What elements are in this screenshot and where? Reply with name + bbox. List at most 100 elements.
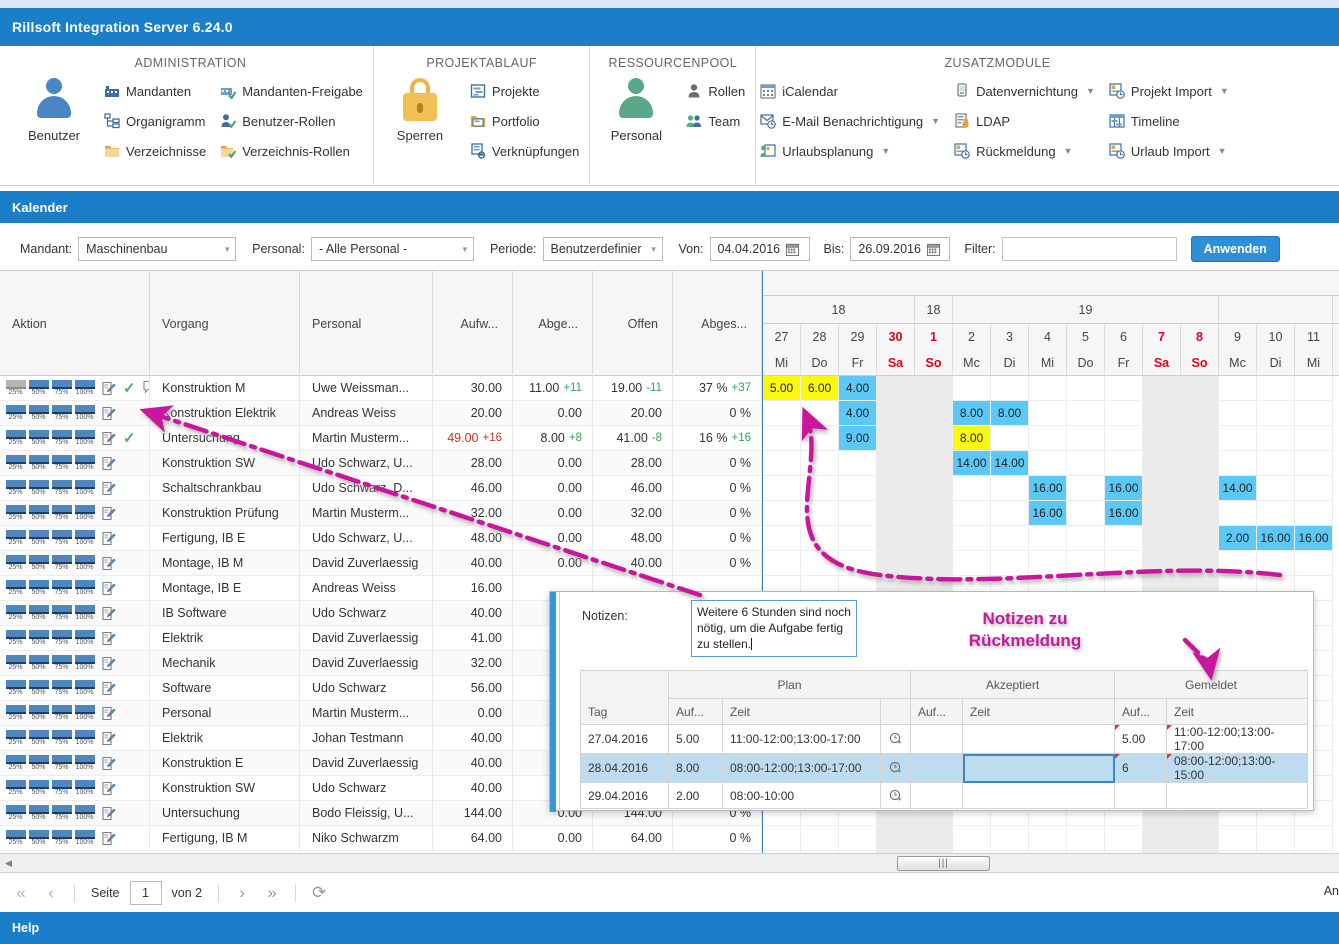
table-row[interactable]: 25% 50% 75% 100% ✓ Untersuchung Martin Musterm… [0,426,762,451]
scroll-left-arrow-icon[interactable]: ◀ [5,858,12,869]
edit-icon[interactable] [101,681,116,696]
calendar-value-cell[interactable]: 14.00 [953,451,991,476]
edit-icon[interactable] [101,656,116,671]
ribbon-item-icalendar[interactable]: iCalendar [756,76,950,106]
calendar-value-cell[interactable]: 16.00 [1029,476,1067,501]
column-header-abge[interactable]: Abge... [513,271,593,376]
feedback-gem-auf[interactable]: 6 [1114,753,1167,783]
chevron-down-icon[interactable]: ▼ [1220,86,1229,96]
progress-button-75[interactable]: 75% [51,779,72,797]
progress-button-75[interactable]: 75% [51,404,72,422]
edit-icon[interactable] [101,706,116,721]
progress-button-100[interactable]: 100% [74,679,95,697]
ribbon-big-sperren[interactable]: Sperren [374,76,466,143]
column-header-aufw[interactable]: Aufw... [433,271,513,376]
progress-button-100[interactable]: 100% [74,454,95,472]
ribbon-item-portfolio[interactable]: Portfolio [466,106,589,136]
chevron-down-icon[interactable]: ▼ [1086,86,1095,96]
table-row[interactable]: 25% 50% 75% 100% Konstruktion Prüfung Martin … [0,501,762,526]
progress-button-50[interactable]: 50% [28,679,49,697]
column-header-abges[interactable]: Abges... [673,271,762,376]
notizen-textarea[interactable]: Weitere 6 Stunden sind noch nötig, um di… [691,600,857,657]
progress-button-50[interactable]: 50% [28,529,49,547]
ribbon-item-verzeichnisse[interactable]: Verzeichnisse [100,136,216,166]
ribbon-item-urlaub-import[interactable]: Urlaub Import ▼ [1105,136,1239,166]
progress-button-75[interactable]: 75% [51,729,72,747]
chevron-down-icon[interactable]: ▼ [1218,146,1227,156]
progress-button-75[interactable]: 75% [51,754,72,772]
progress-button-100[interactable]: 100% [74,404,95,422]
progress-button-100[interactable]: 100% [74,479,95,497]
approve-check-icon[interactable]: ✓ [123,379,136,397]
calendar-value-cell[interactable]: 16.00 [1257,526,1295,551]
feedback-akz-zeit[interactable] [962,753,1115,783]
progress-button-25[interactable]: 25% [5,404,26,422]
table-row[interactable]: 25% 50% 75% 100% Konstruktion SW Udo Schwarz,… [0,451,762,476]
ribbon-item-e-mail-benachrichtigung[interactable]: E-Mail Benachrichtigung ▼ [756,106,950,136]
last-page-button[interactable]: » [259,880,285,906]
progress-button-25[interactable]: 25% [5,479,26,497]
calendar-value-cell[interactable]: 9.00 [839,426,877,451]
progress-button-75[interactable]: 75% [51,529,72,547]
calendar-value-cell[interactable]: 8.00 [953,426,991,451]
progress-button-75[interactable]: 75% [51,554,72,572]
progress-button-75[interactable]: 75% [51,829,72,847]
feedback-akz-auf[interactable] [910,782,963,809]
calendar-value-cell[interactable]: 14.00 [991,451,1029,476]
ribbon-big-benutzer[interactable]: Benutzer [8,76,100,143]
column-header-offen[interactable]: Offen [593,271,673,376]
mandant-select[interactable]: Maschinenbau ▼ [78,237,237,261]
edit-icon[interactable] [101,581,116,596]
edit-icon[interactable] [101,781,116,796]
edit-icon[interactable] [101,506,116,521]
progress-button-75[interactable]: 75% [51,429,72,447]
edit-icon[interactable] [101,831,116,846]
progress-button-25[interactable]: 25% [5,779,26,797]
feedback-akz-zeit[interactable] [962,724,1115,754]
ribbon-item-team[interactable]: Team [682,106,755,136]
progress-button-100[interactable]: 100% [74,829,95,847]
progress-button-25[interactable]: 25% [5,654,26,672]
progress-button-100[interactable]: 100% [74,629,95,647]
progress-button-75[interactable]: 75% [51,579,72,597]
ribbon-item-verzeichnis-rollen[interactable]: Verzeichnis-Rollen [216,136,373,166]
ribbon-item-mandanten[interactable]: Mandanten [100,76,216,106]
column-header-vorgang[interactable]: Vorgang [150,271,300,376]
edit-icon[interactable] [101,481,116,496]
progress-button-100[interactable]: 100% [74,429,95,447]
progress-button-25[interactable]: 25% [5,429,26,447]
feedback-akz-zeit[interactable] [962,782,1115,809]
progress-button-25[interactable]: 25% [5,604,26,622]
progress-button-50[interactable]: 50% [28,379,49,397]
personal-select[interactable]: - Alle Personal - ▼ [310,237,474,261]
chevron-down-icon[interactable]: ▼ [881,146,890,156]
progress-button-25[interactable]: 25% [5,504,26,522]
calendar-value-cell[interactable]: 2.00 [1219,526,1257,551]
ribbon-item-projekt-import[interactable]: Projekt Import ▼ [1105,76,1239,106]
von-date-input[interactable]: 04.04.2016 [709,237,810,261]
progress-button-25[interactable]: 25% [5,629,26,647]
timer-icon[interactable] [880,782,911,809]
progress-button-50[interactable]: 50% [28,504,49,522]
feedback-row[interactable]: 27.04.2016 5.00 11:00-12:00;13:00-17:00 5.0… [580,724,1308,754]
progress-button-100[interactable]: 100% [74,529,95,547]
table-row[interactable]: 25% 50% 75% 100% Fertigung, IB M Niko Schwarz… [0,826,762,851]
filter-input[interactable] [1001,237,1177,261]
periode-select[interactable]: Benutzerdefinier ▼ [542,237,663,261]
horizontal-scrollbar[interactable]: ◀ ||| [0,853,1339,873]
page-number-input[interactable]: 1 [129,881,162,905]
calendar-value-cell[interactable]: 8.00 [991,401,1029,426]
edit-icon[interactable] [101,731,116,746]
progress-button-100[interactable]: 100% [74,554,95,572]
progress-button-50[interactable]: 50% [28,729,49,747]
progress-button-50[interactable]: 50% [28,604,49,622]
progress-button-50[interactable]: 50% [28,704,49,722]
ribbon-item-ldap[interactable]: LDAP [950,106,1105,136]
apply-button[interactable]: Anwenden [1190,236,1280,262]
feedback-akz-auf[interactable] [910,753,963,783]
progress-button-25[interactable]: 25% [5,729,26,747]
progress-button-25[interactable]: 25% [5,754,26,772]
next-page-button[interactable]: › [229,880,255,906]
prev-page-button[interactable]: ‹ [38,880,64,906]
progress-button-25[interactable]: 25% [5,804,26,822]
